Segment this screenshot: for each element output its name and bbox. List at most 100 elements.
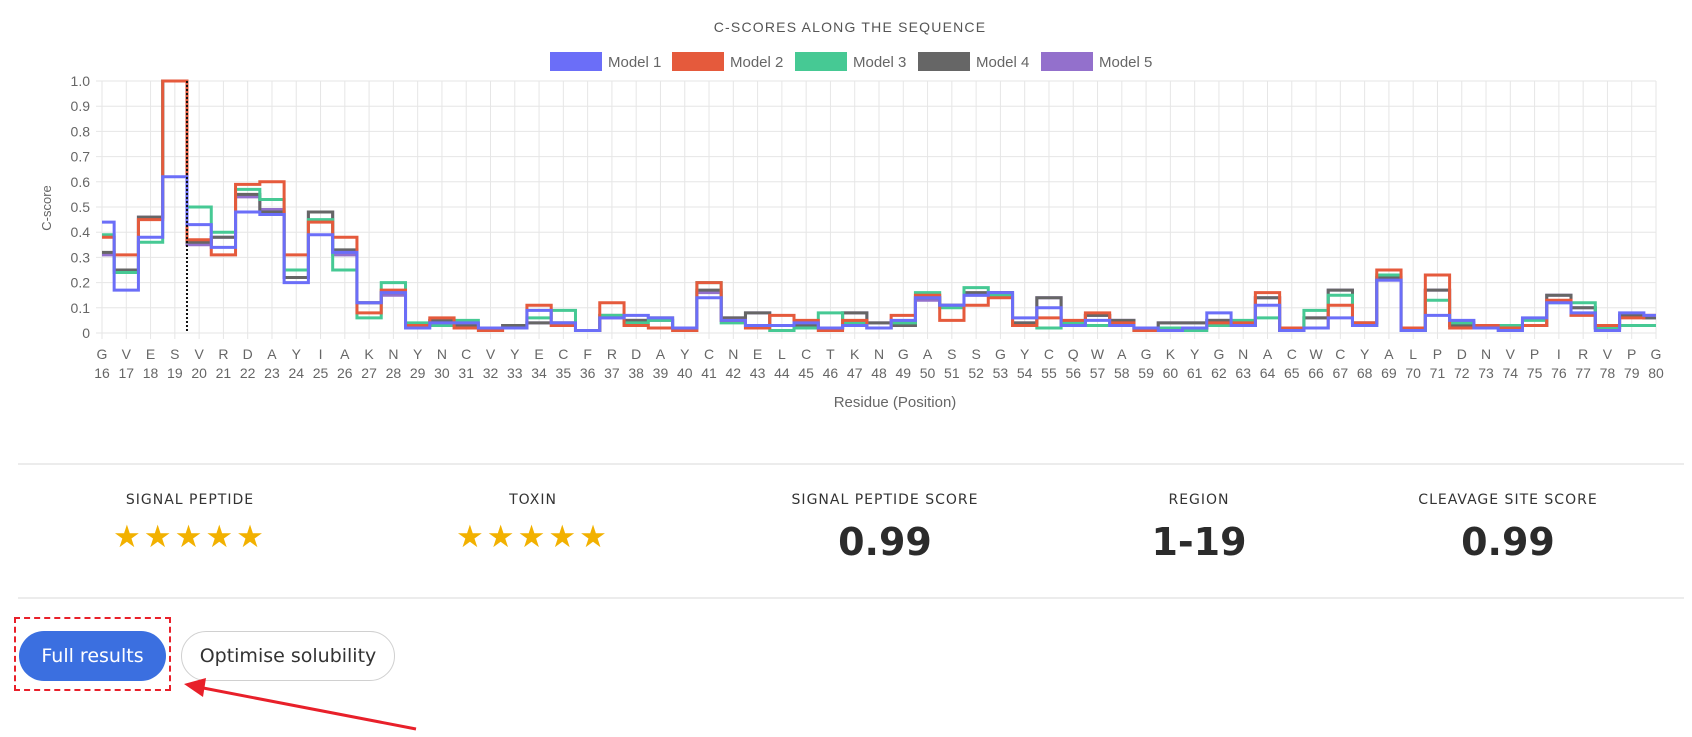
x-tick-position: 42 <box>726 365 742 381</box>
x-tick-residue: C <box>801 346 811 362</box>
x-tick-position: 58 <box>1114 365 1130 381</box>
y-tick-label: 0.6 <box>71 174 91 190</box>
x-tick-position: 24 <box>288 365 304 381</box>
x-tick-residue: V <box>1506 346 1516 362</box>
x-tick-position: 53 <box>993 365 1009 381</box>
x-tick-position: 30 <box>434 365 450 381</box>
y-tick-label: 0.4 <box>71 224 91 240</box>
x-tick-position: 33 <box>507 365 523 381</box>
x-tick-position: 65 <box>1284 365 1300 381</box>
x-tick-residue: N <box>728 346 738 362</box>
x-tick-position: 19 <box>167 365 183 381</box>
x-tick-residue: C <box>461 346 471 362</box>
optimise-solubility-button[interactable]: Optimise solubility <box>181 631 395 681</box>
x-tick-residue: N <box>874 346 884 362</box>
x-tick-residue: Y <box>292 346 302 362</box>
x-tick-residue: C <box>1335 346 1345 362</box>
legend-label: Model 1 <box>608 54 661 71</box>
x-tick-position: 39 <box>653 365 669 381</box>
x-tick-position: 26 <box>337 365 353 381</box>
x-tick-residue: S <box>947 346 956 362</box>
x-tick-position: 29 <box>410 365 426 381</box>
x-tick-residue: S <box>971 346 980 362</box>
x-tick-residue: P <box>1433 346 1442 362</box>
stat-signal-peptide-score: Signal peptide score 0.99 <box>735 492 1035 564</box>
x-tick-residue: I <box>319 346 323 362</box>
x-axis-label: Residue (Position) <box>834 394 957 411</box>
stat-label-signal-peptide-score: Signal peptide score <box>791 492 979 508</box>
x-tick-residue: V <box>1603 346 1613 362</box>
y-tick-label: 0.5 <box>71 199 91 215</box>
x-tick-position: 41 <box>701 365 717 381</box>
x-tick-residue: A <box>1117 346 1127 362</box>
legend-label: Model 5 <box>1099 54 1152 71</box>
x-tick-residue: K <box>850 346 860 362</box>
x-tick-residue: G <box>898 346 909 362</box>
x-tick-position: 25 <box>313 365 329 381</box>
x-tick-residue: G <box>1141 346 1152 362</box>
stat-label-cleavage-site-score: Cleavage site score <box>1418 492 1598 508</box>
x-tick-residue: P <box>1627 346 1636 362</box>
stat-cleavage-site-score: Cleavage site score 0.99 <box>1358 492 1658 564</box>
y-tick-label: 1.0 <box>71 73 91 89</box>
x-tick-position: 68 <box>1357 365 1373 381</box>
x-tick-residue: C <box>704 346 714 362</box>
legend-swatch <box>1041 52 1093 71</box>
x-tick-position: 31 <box>458 365 474 381</box>
x-tick-position: 27 <box>361 365 377 381</box>
x-tick-position: 21 <box>216 365 232 381</box>
divider-bottom <box>18 597 1684 599</box>
x-tick-residue: K <box>364 346 374 362</box>
x-tick-residue: V <box>122 346 132 362</box>
x-tick-position: 63 <box>1235 365 1251 381</box>
x-tick-residue: C <box>1287 346 1297 362</box>
legend-label: Model 4 <box>976 54 1029 71</box>
x-tick-position: 71 <box>1430 365 1446 381</box>
x-tick-position: 52 <box>968 365 984 381</box>
chart-svg: C-SCORES ALONG THE SEQUENCE Model 1 Model… <box>39 19 1664 411</box>
stat-signal-peptide: Signal peptide ★★★★★ <box>40 492 340 553</box>
y-tick-label: 0.7 <box>71 149 91 165</box>
chart-legend: Model 1 Model 2 Model 3 Model 4 Model 5 <box>550 52 1152 71</box>
x-tick-position: 78 <box>1600 365 1616 381</box>
x-tick-residue: N <box>1481 346 1491 362</box>
x-tick-residue: Y <box>680 346 690 362</box>
x-tick-residue: A <box>267 346 277 362</box>
stat-region: Region 1-19 <box>1049 492 1349 564</box>
x-tick-residue: R <box>607 346 617 362</box>
x-tick-position: 44 <box>774 365 790 381</box>
legend-label: Model 3 <box>853 54 906 71</box>
stat-label-region: Region <box>1168 492 1230 508</box>
x-tick-position: 77 <box>1575 365 1591 381</box>
annotation-highlight-box <box>14 617 171 691</box>
stat-toxin: Toxin ★★★★★ <box>383 492 683 553</box>
x-tick-position: 60 <box>1163 365 1179 381</box>
x-tick-position: 35 <box>556 365 572 381</box>
legend-swatch <box>550 52 602 71</box>
x-tick-residue: G <box>97 346 108 362</box>
stat-label-toxin: Toxin <box>509 492 557 508</box>
x-tick-residue: A <box>656 346 666 362</box>
y-tick-label: 0 <box>82 325 90 341</box>
toxin-star-rating: ★★★★★ <box>456 519 610 555</box>
x-tick-residue: Q <box>1068 346 1079 362</box>
x-tick-residue: Y <box>1360 346 1370 362</box>
x-tick-position: 23 <box>264 365 280 381</box>
x-tick-residue: P <box>1530 346 1539 362</box>
x-tick-position: 34 <box>531 365 547 381</box>
x-tick-position: 48 <box>871 365 887 381</box>
x-tick-residue: V <box>194 346 204 362</box>
x-tick-residue: L <box>778 346 786 362</box>
x-tick-position: 74 <box>1503 365 1519 381</box>
x-tick-position: 18 <box>143 365 159 381</box>
x-tick-position: 54 <box>1017 365 1033 381</box>
y-tick-label: 0.9 <box>71 98 91 114</box>
x-tick-residue: G <box>995 346 1006 362</box>
x-tick-position: 80 <box>1648 365 1664 381</box>
x-tick-position: 59 <box>1138 365 1154 381</box>
x-tick-residue: G <box>1213 346 1224 362</box>
x-tick-position: 16 <box>94 365 110 381</box>
x-tick-position: 56 <box>1065 365 1081 381</box>
y-axis-label: C-score <box>39 185 54 231</box>
x-tick-residue: D <box>1457 346 1467 362</box>
